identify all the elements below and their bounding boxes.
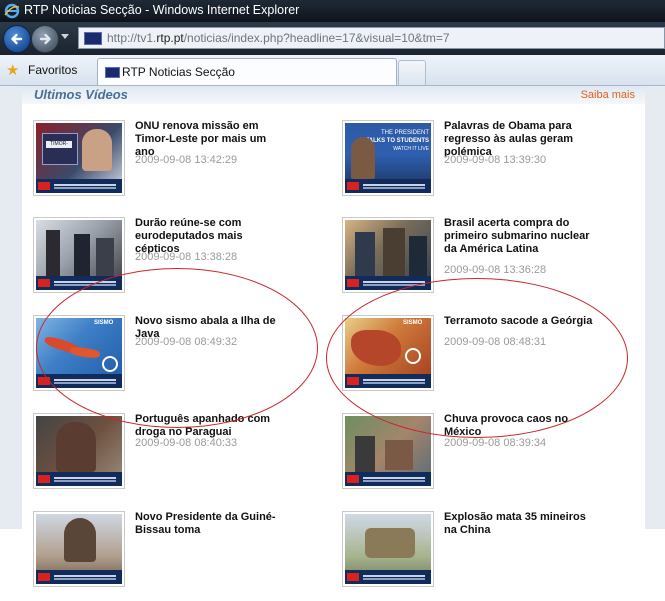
favorites-label: Favoritos xyxy=(28,63,78,77)
video-thumbnail[interactable] xyxy=(342,217,434,293)
navigation-bar: http://tv1.rtp.pt/noticias/index.php?hea… xyxy=(0,22,665,55)
video-item[interactable]: Novo Presidente da Guiné-Bissau toma xyxy=(33,511,333,601)
address-bar[interactable]: http://tv1.rtp.pt/noticias/index.php?hea… xyxy=(78,27,665,49)
forward-button[interactable] xyxy=(31,25,59,53)
internet-explorer-icon xyxy=(4,3,20,19)
tab-label: RTP Noticias Secção xyxy=(122,65,235,79)
video-thumbnail[interactable] xyxy=(342,511,434,587)
recent-pages-dropdown-icon[interactable] xyxy=(61,34,69,39)
video-timestamp: 2009-09-08 08:40:33 xyxy=(135,437,238,449)
video-timestamp: 2009-09-08 13:39:30 xyxy=(444,154,547,166)
video-headline[interactable]: Explosão mata 35 mineiros na China xyxy=(444,511,594,537)
video-thumbnail[interactable]: THE PRESIDENT TALKS TO STUDENTS WATCH IT… xyxy=(342,120,434,196)
see-more-link[interactable]: Saiba mais xyxy=(581,89,635,101)
video-timestamp: 2009-09-08 13:36:28 xyxy=(444,264,547,276)
video-timestamp: 2009-09-08 13:38:28 xyxy=(135,251,238,263)
video-thumbnail[interactable] xyxy=(33,413,125,489)
address-url[interactable]: http://tv1.rtp.pt/noticias/index.php?hea… xyxy=(107,31,450,45)
new-tab-button[interactable] xyxy=(398,60,426,85)
site-favicon-icon xyxy=(105,67,120,78)
video-timestamp: 2009-09-08 13:42:29 xyxy=(135,154,238,166)
video-timestamp: 2009-09-08 08:39:34 xyxy=(444,437,547,449)
star-icon: ★ xyxy=(6,62,20,79)
section-header: Ultimos Vídeos Saiba mais xyxy=(22,86,645,104)
back-button[interactable] xyxy=(3,25,31,53)
back-arrow-icon xyxy=(11,33,23,45)
video-item[interactable]: THE PRESIDENT TALKS TO STUDENTS WATCH IT… xyxy=(342,120,642,210)
video-headline[interactable]: Brasil acerta compra do primeiro submari… xyxy=(444,217,594,256)
video-thumbnail[interactable] xyxy=(33,511,125,587)
video-headline[interactable]: Novo Presidente da Guiné-Bissau toma xyxy=(135,511,285,537)
tab-bar: ★ Favoritos RTP Noticias Secção xyxy=(0,55,665,86)
window-title-bar: RTP Noticias Secção - Windows Internet E… xyxy=(0,0,665,22)
tab-rtp-noticias[interactable]: RTP Noticias Secção xyxy=(97,58,397,85)
forward-arrow-icon xyxy=(39,33,51,45)
window-title: RTP Noticias Secção - Windows Internet E… xyxy=(24,3,300,17)
annotation-ellipse-georgia xyxy=(326,278,628,438)
video-item[interactable]: TIMOR-LESTE ONU renova missão em Timor-L… xyxy=(33,120,333,210)
video-thumbnail[interactable]: TIMOR-LESTE xyxy=(33,120,125,196)
site-favicon-icon xyxy=(84,32,102,45)
section-title: Ultimos Vídeos xyxy=(34,87,128,102)
annotation-ellipse-java xyxy=(36,268,318,428)
video-item[interactable]: Explosão mata 35 mineiros na China xyxy=(342,511,642,601)
